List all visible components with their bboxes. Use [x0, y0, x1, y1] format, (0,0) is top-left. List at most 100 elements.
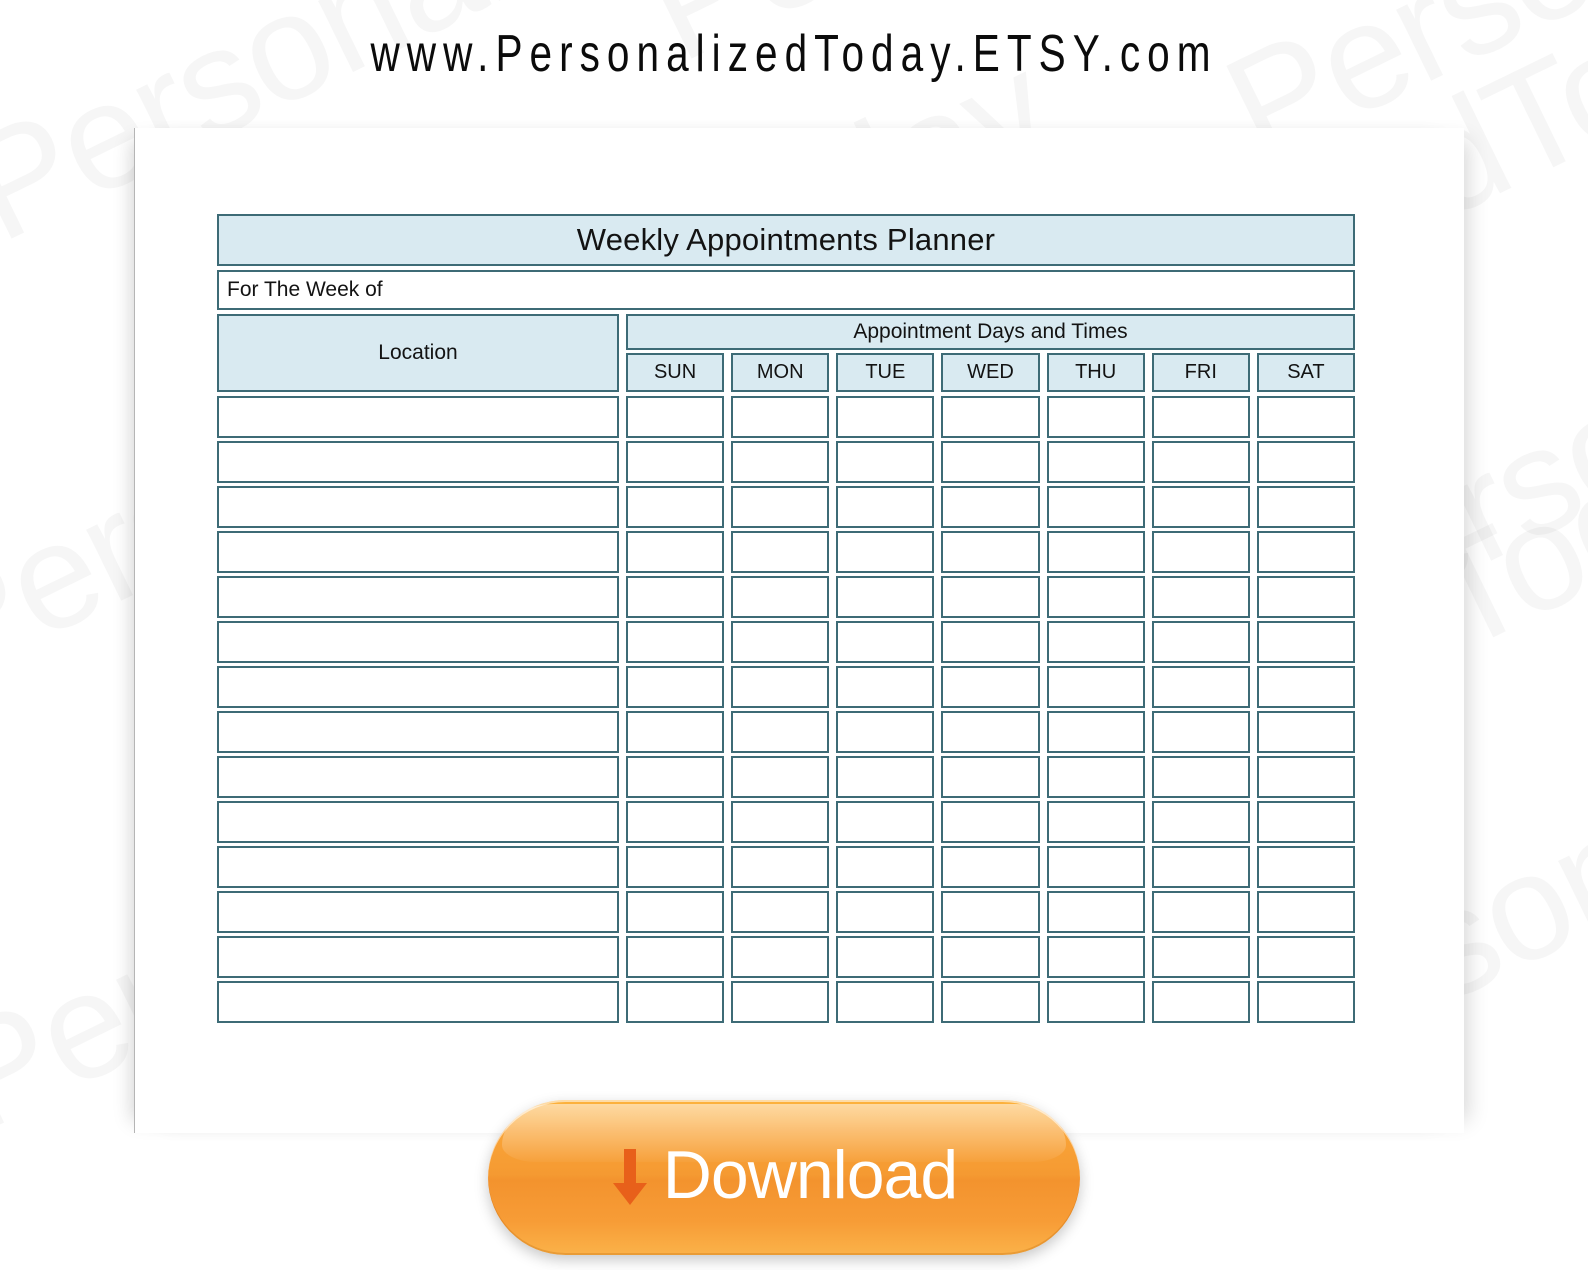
day-cell-thu[interactable]	[1046, 891, 1145, 933]
location-cell[interactable]	[217, 531, 619, 573]
day-cell-sat[interactable]	[1256, 486, 1355, 528]
day-cell-sun[interactable]	[626, 621, 725, 663]
location-cell[interactable]	[217, 441, 619, 483]
day-cell-wed[interactable]	[941, 666, 1040, 708]
day-cell-wed[interactable]	[941, 756, 1040, 798]
day-cell-fri[interactable]	[1151, 981, 1250, 1023]
day-cell-fri[interactable]	[1151, 711, 1250, 753]
day-cell-thu[interactable]	[1046, 936, 1145, 978]
location-cell[interactable]	[217, 486, 619, 528]
day-cell-mon[interactable]	[731, 486, 830, 528]
day-cell-fri[interactable]	[1151, 531, 1250, 573]
day-cell-thu[interactable]	[1046, 531, 1145, 573]
day-cell-wed[interactable]	[941, 891, 1040, 933]
day-cell-tue[interactable]	[836, 666, 935, 708]
day-cell-mon[interactable]	[731, 711, 830, 753]
day-cell-tue[interactable]	[836, 711, 935, 753]
day-cell-wed[interactable]	[941, 441, 1040, 483]
location-cell[interactable]	[217, 711, 619, 753]
day-cell-sat[interactable]	[1256, 576, 1355, 618]
day-cell-sun[interactable]	[626, 576, 725, 618]
day-cell-sat[interactable]	[1256, 981, 1355, 1023]
day-cell-sat[interactable]	[1256, 891, 1355, 933]
day-cell-thu[interactable]	[1046, 441, 1145, 483]
day-cell-mon[interactable]	[731, 936, 830, 978]
location-cell[interactable]	[217, 396, 619, 438]
location-cell[interactable]	[217, 756, 619, 798]
day-cell-thu[interactable]	[1046, 801, 1145, 843]
day-cell-sun[interactable]	[626, 531, 725, 573]
day-cell-fri[interactable]	[1151, 801, 1250, 843]
day-cell-mon[interactable]	[731, 981, 830, 1023]
day-cell-sat[interactable]	[1256, 846, 1355, 888]
location-cell[interactable]	[217, 666, 619, 708]
day-cell-fri[interactable]	[1151, 666, 1250, 708]
day-cell-fri[interactable]	[1151, 486, 1250, 528]
day-cell-wed[interactable]	[941, 801, 1040, 843]
location-cell[interactable]	[217, 846, 619, 888]
day-cell-tue[interactable]	[836, 486, 935, 528]
day-cell-wed[interactable]	[941, 711, 1040, 753]
location-cell[interactable]	[217, 936, 619, 978]
day-cell-thu[interactable]	[1046, 711, 1145, 753]
day-cell-fri[interactable]	[1151, 846, 1250, 888]
day-cell-wed[interactable]	[941, 531, 1040, 573]
day-cell-wed[interactable]	[941, 936, 1040, 978]
day-cell-sat[interactable]	[1256, 936, 1355, 978]
day-cell-wed[interactable]	[941, 396, 1040, 438]
day-cell-sat[interactable]	[1256, 621, 1355, 663]
day-cell-fri[interactable]	[1151, 441, 1250, 483]
location-cell[interactable]	[217, 981, 619, 1023]
day-cell-sun[interactable]	[626, 801, 725, 843]
day-cell-sun[interactable]	[626, 936, 725, 978]
day-cell-fri[interactable]	[1151, 891, 1250, 933]
day-cell-sat[interactable]	[1256, 711, 1355, 753]
day-cell-thu[interactable]	[1046, 576, 1145, 618]
day-cell-thu[interactable]	[1046, 666, 1145, 708]
day-cell-fri[interactable]	[1151, 936, 1250, 978]
day-cell-sun[interactable]	[626, 756, 725, 798]
day-cell-fri[interactable]	[1151, 396, 1250, 438]
day-cell-sun[interactable]	[626, 981, 725, 1023]
day-cell-sun[interactable]	[626, 711, 725, 753]
day-cell-fri[interactable]	[1151, 756, 1250, 798]
location-cell[interactable]	[217, 891, 619, 933]
day-cell-wed[interactable]	[941, 981, 1040, 1023]
location-cell[interactable]	[217, 801, 619, 843]
day-cell-tue[interactable]	[836, 936, 935, 978]
day-cell-mon[interactable]	[731, 666, 830, 708]
day-cell-tue[interactable]	[836, 801, 935, 843]
day-cell-mon[interactable]	[731, 531, 830, 573]
day-cell-mon[interactable]	[731, 891, 830, 933]
day-cell-wed[interactable]	[941, 846, 1040, 888]
day-cell-wed[interactable]	[941, 486, 1040, 528]
day-cell-mon[interactable]	[731, 576, 830, 618]
day-cell-thu[interactable]	[1046, 846, 1145, 888]
day-cell-sun[interactable]	[626, 666, 725, 708]
day-cell-thu[interactable]	[1046, 396, 1145, 438]
day-cell-tue[interactable]	[836, 396, 935, 438]
day-cell-tue[interactable]	[836, 531, 935, 573]
day-cell-mon[interactable]	[731, 756, 830, 798]
week-of-field[interactable]: For The Week of	[217, 270, 1355, 310]
day-cell-sun[interactable]	[626, 891, 725, 933]
location-cell[interactable]	[217, 576, 619, 618]
day-cell-sat[interactable]	[1256, 666, 1355, 708]
day-cell-fri[interactable]	[1151, 621, 1250, 663]
day-cell-sun[interactable]	[626, 441, 725, 483]
day-cell-sun[interactable]	[626, 396, 725, 438]
day-cell-mon[interactable]	[731, 846, 830, 888]
day-cell-tue[interactable]	[836, 621, 935, 663]
day-cell-thu[interactable]	[1046, 981, 1145, 1023]
day-cell-tue[interactable]	[836, 981, 935, 1023]
day-cell-thu[interactable]	[1046, 486, 1145, 528]
day-cell-tue[interactable]	[836, 576, 935, 618]
day-cell-sat[interactable]	[1256, 441, 1355, 483]
day-cell-sun[interactable]	[626, 846, 725, 888]
day-cell-tue[interactable]	[836, 756, 935, 798]
day-cell-tue[interactable]	[836, 441, 935, 483]
day-cell-sat[interactable]	[1256, 396, 1355, 438]
day-cell-mon[interactable]	[731, 441, 830, 483]
download-button[interactable]: Download	[488, 1100, 1080, 1255]
day-cell-tue[interactable]	[836, 846, 935, 888]
